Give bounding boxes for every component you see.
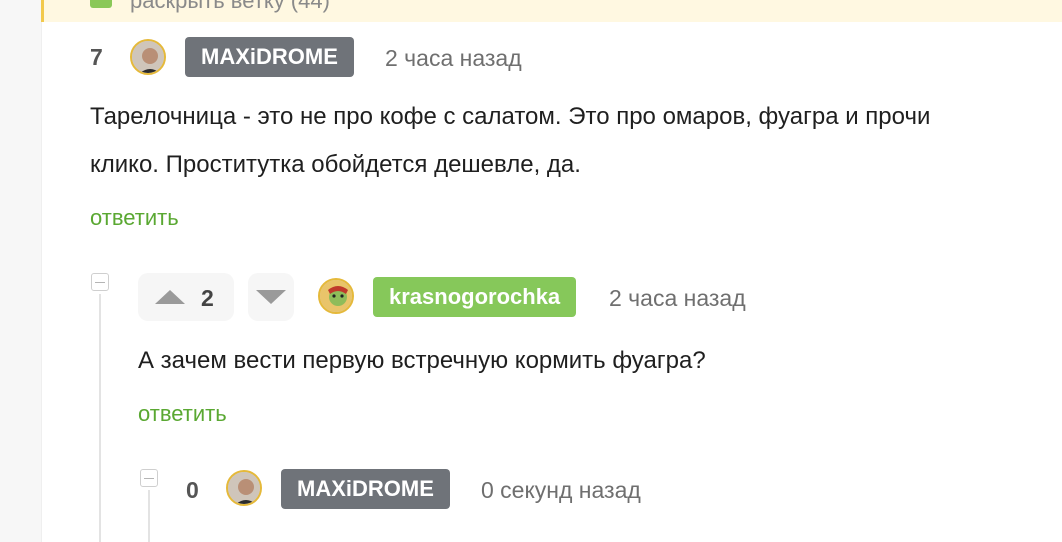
username-badge[interactable]: MAXiDROME [281,469,450,509]
collapse-thread-button[interactable] [140,469,158,487]
reply-link[interactable]: ответить [138,401,227,427]
avatar[interactable] [318,278,354,314]
downvote-pill[interactable] [248,273,294,321]
avatar-image [132,41,164,73]
comment-text-line: А зачем вести первую встречную кормить ф… [138,347,706,374]
upvote-icon[interactable] [155,288,185,306]
username-badge[interactable]: MAXiDROME [185,37,354,77]
thread-line [148,490,150,542]
comment-text-line: клико. Проститутка обойдется дешевле, да… [90,151,581,178]
upvote-pill[interactable]: 2 [138,273,234,321]
username-badge[interactable]: krasnogorochka [373,277,577,317]
avatar-image [320,280,352,312]
comment-timestamp: 0 секунд назад [481,477,641,503]
comment-timestamp: 2 часа назад [385,45,522,71]
downvote-icon[interactable] [256,288,286,306]
expand-thread-bar[interactable]: раскрыть ветку (44) [41,0,1062,22]
collapse-thread-button[interactable] [91,273,109,291]
comment-rating: 0 [186,477,199,503]
comment-text-line: Тарелочница - это не про кофе с салатом.… [90,103,931,130]
avatar[interactable] [130,39,166,75]
reply-link[interactable]: ответить [90,205,179,231]
expand-icon [90,0,112,8]
expand-thread-label[interactable]: раскрыть ветку (44) [130,0,330,14]
comment-timestamp: 2 часа назад [609,285,746,311]
avatar-image [228,472,260,504]
avatar[interactable] [226,470,262,506]
thread-line [99,294,101,542]
left-gutter [0,0,42,542]
comment-rating: 2 [201,285,214,311]
comment-rating: 7 [90,44,103,70]
